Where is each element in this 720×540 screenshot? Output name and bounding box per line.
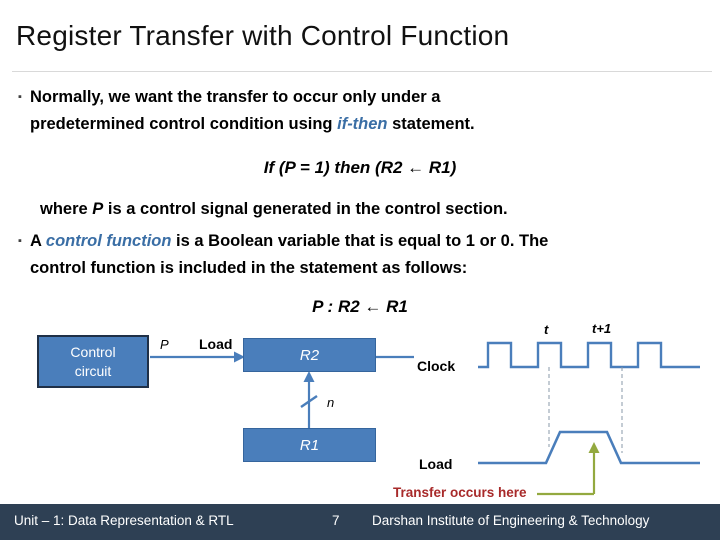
bullet-2-emphasis: control function xyxy=(45,232,172,250)
register-r2-block: R2 xyxy=(243,338,376,372)
where-after: is a control signal generated in the con… xyxy=(103,200,508,218)
page-title: Register Transfer with Control Function xyxy=(16,20,510,51)
bullet-1-line-2: predetermined control condition using if… xyxy=(30,111,706,138)
label-load-block: Load xyxy=(199,336,233,352)
register-r1-block: R1 xyxy=(243,428,376,462)
bus-arrowhead-icon xyxy=(303,371,315,382)
bullet-1-line-2-after: statement. xyxy=(387,115,475,133)
label-load-waveform: Load xyxy=(419,456,453,472)
equation-if-then: If (P = 1) then (R2 ← R1) xyxy=(263,158,457,177)
control-circuit-block: Control circuit xyxy=(37,335,149,388)
load-waveform xyxy=(478,430,700,465)
bullet-item-1: ▪ Normally, we want the transfer to occu… xyxy=(18,84,706,138)
footer-unit-label: Unit – 1: Data Representation & RTL xyxy=(14,513,234,528)
label-time-t-plus-1: t+1 xyxy=(592,321,612,336)
bullet-1-line-2-before: predetermined control condition using xyxy=(30,115,338,133)
footer-page-number: 7 xyxy=(332,513,340,528)
transfer-arrowhead-icon xyxy=(588,442,600,453)
control-circuit-line-2: circuit xyxy=(74,362,112,379)
bullet-1-line-1: Normally, we want the transfer to occur … xyxy=(30,88,441,106)
bullet-1-text: Normally, we want the transfer to occur … xyxy=(30,84,706,138)
clock-waveform xyxy=(478,341,700,369)
label-n-bits: n xyxy=(327,395,335,410)
bullet-item-2: ▪ A control function is a Boolean variab… xyxy=(18,228,710,282)
register-transfer-figure: Control circuit R2 R1 P Load n Clock t t… xyxy=(0,310,720,510)
label-transfer-occurs-here: Transfer occurs here xyxy=(393,485,527,500)
where-before: where xyxy=(40,200,93,218)
control-circuit-line-1: Control xyxy=(70,343,116,360)
slide-footer: Unit – 1: Data Representation & RTL 7 Da… xyxy=(0,504,720,540)
bullet-marker-icon: ▪ xyxy=(18,91,22,103)
label-time-t: t xyxy=(544,322,549,337)
bullet-marker-icon: ▪ xyxy=(18,235,22,247)
bullet-1-emphasis: if-then xyxy=(337,115,388,133)
bullet-2-line-2: control function is included in the stat… xyxy=(30,259,468,277)
label-clock: Clock xyxy=(417,358,456,374)
footer-institute-label: Darshan Institute of Engineering & Techn… xyxy=(372,513,650,528)
bullet-2-text: A control function is a Boolean variable… xyxy=(30,228,710,282)
where-paragraph: where P is a control signal generated in… xyxy=(40,196,710,223)
bullet-2-line-1-before: A xyxy=(30,232,46,250)
title-divider xyxy=(12,71,712,72)
bullet-2-line-1-after: is a Boolean variable that is equal to 1… xyxy=(171,232,549,250)
where-variable: P xyxy=(92,200,104,218)
label-p: P xyxy=(160,337,169,352)
